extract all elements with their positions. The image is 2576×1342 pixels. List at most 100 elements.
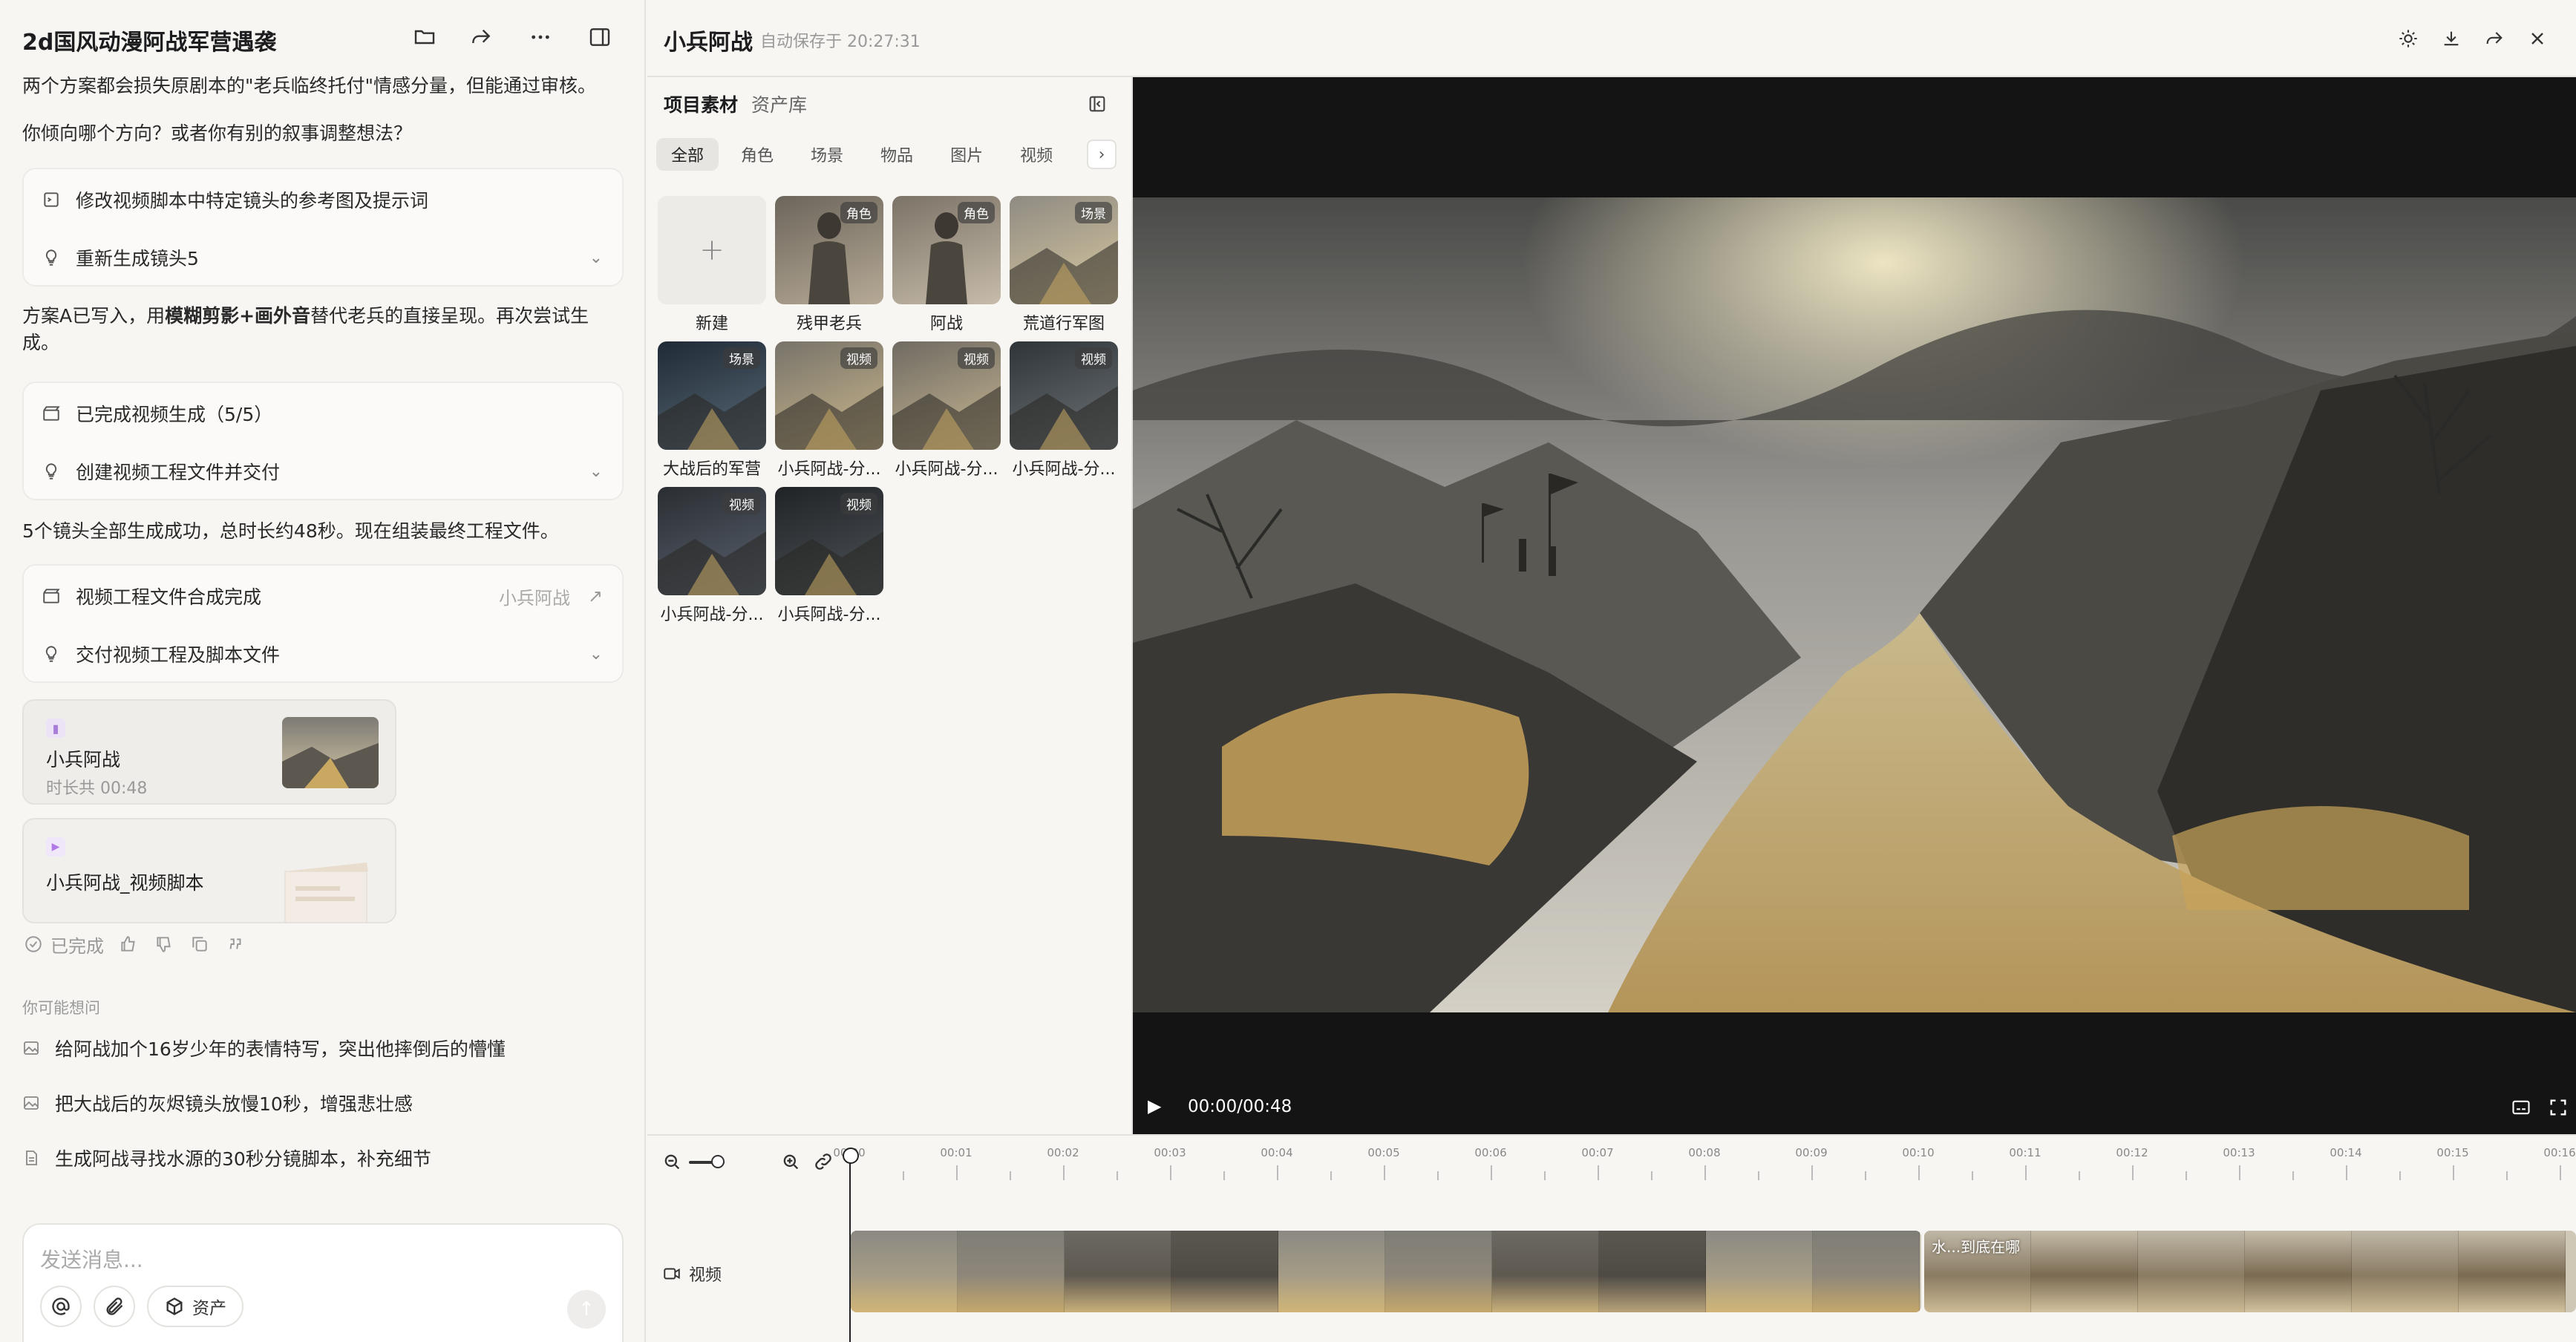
chevron-down-icon[interactable]: ⌄	[589, 462, 603, 481]
message-input[interactable]: 发送消息...	[40, 1244, 143, 1274]
asset-button[interactable]: 资产	[147, 1286, 243, 1327]
sun-icon[interactable]	[2395, 25, 2422, 52]
asset-type-badge: 视频	[723, 493, 760, 514]
feedback-bar: 已完成	[22, 931, 246, 958]
fullscreen-icon[interactable]	[2545, 1094, 2572, 1121]
playhead[interactable]	[843, 1148, 859, 1342]
task-row-edit-script[interactable]: 修改视频脚本中特定镜头的参考图及提示词	[24, 171, 622, 229]
project-link-label[interactable]: 小兵阿战	[499, 583, 570, 609]
chevron-down-icon[interactable]: ⌄	[589, 645, 603, 664]
new-asset-tile[interactable]: + 新建	[658, 196, 766, 334]
asset-caption: 大战后的军营	[662, 460, 761, 479]
play-button[interactable]: ▶	[1148, 1096, 1161, 1116]
time-ruler[interactable]: 00:0000:0100:0200:0300:0400:0500:0600:07…	[833, 1136, 2576, 1180]
check-circle-icon	[22, 933, 45, 955]
subtitle-icon[interactable]	[2508, 1094, 2534, 1121]
asset-tile[interactable]: 视频 小兵阿战-分...	[775, 487, 883, 625]
message-composer: 发送消息... 资产 ↑	[22, 1223, 624, 1342]
mention-button[interactable]	[40, 1286, 82, 1327]
ruler-tick	[1811, 1165, 1813, 1180]
folder-icon[interactable]	[410, 22, 439, 52]
task-row-project-done[interactable]: 视频工程文件合成完成 小兵阿战 ↗	[24, 567, 622, 625]
video-preview[interactable]: ▶ 00:00/00:48	[1133, 77, 2576, 1134]
clip-frame	[2459, 1231, 2566, 1312]
task-row-deliver[interactable]: 交付视频工程及脚本文件 ⌄	[24, 625, 622, 683]
zoom-out-icon[interactable]	[659, 1149, 684, 1174]
plan-a-bold: 模糊剪影+画外音	[165, 305, 311, 327]
suggestion-item[interactable]: 给阿战加个16岁少年的表情特写，突出他摔倒后的懵懂	[22, 1032, 506, 1064]
asset-tile[interactable]: 场景 大战后的军营	[658, 341, 766, 479]
file-duration: 时长共 00:48	[46, 779, 148, 798]
asset-thumbnail: 视频	[892, 341, 1001, 450]
zoom-in-icon[interactable]	[778, 1149, 803, 1174]
asset-tile[interactable]: 视频 小兵阿战-分...	[775, 341, 883, 479]
suggestion-item[interactable]: 生成阿战寻找水源的30秒分镜脚本，补充细节	[22, 1142, 431, 1174]
timeline: 00:0000:0100:0200:0300:0400:0500:0600:07…	[647, 1134, 2576, 1342]
suggestion-text: 给阿战加个16岁少年的表情特写，突出他摔倒后的懵懂	[55, 1038, 506, 1060]
file-card-script[interactable]: ▶ 小兵阿战_视频脚本	[22, 818, 396, 923]
task-card-1: 修改视频脚本中特定镜头的参考图及提示词 重新生成镜头5 ⌄	[22, 168, 624, 287]
ruler-tick-label: 00:08	[1688, 1146, 1721, 1159]
asset-caption: 阿战	[929, 315, 963, 333]
video-file-icon: ▮	[46, 719, 65, 738]
clip-frame	[1813, 1231, 1920, 1312]
ruler-tick-label: 00:11	[2009, 1146, 2041, 1159]
copy-icon[interactable]	[189, 933, 211, 955]
asset-tile[interactable]: 视频 小兵阿战-分...	[658, 487, 766, 625]
task-row-video-done[interactable]: 已完成视频生成（5/5）	[24, 384, 622, 442]
zoom-slider-handle[interactable]	[711, 1155, 725, 1168]
send-button[interactable]: ↑	[567, 1290, 606, 1329]
ruler-tick-label: 00:05	[1367, 1146, 1400, 1159]
asset-tile[interactable]: 场景 荒道行军图	[1010, 196, 1118, 334]
chat-header: 2d国风动漫阿战军营遇袭	[0, 0, 644, 74]
chevron-down-icon[interactable]: ⌄	[589, 249, 603, 267]
new-asset-box: +	[658, 196, 766, 304]
file-card-video[interactable]: ▮ 小兵阿战 时长共 00:48	[22, 699, 396, 805]
asset-tile[interactable]: 角色 残甲老兵	[775, 196, 883, 334]
task-row-create-project[interactable]: 创建视频工程文件并交付 ⌄	[24, 442, 622, 500]
sidebar-toggle-icon[interactable]	[585, 22, 615, 52]
share-icon[interactable]	[466, 22, 496, 52]
asset-tile[interactable]: 视频 小兵阿战-分...	[892, 341, 1001, 479]
quote-icon[interactable]	[224, 933, 246, 955]
collapse-panel-icon[interactable]	[1084, 91, 1111, 117]
share-icon[interactable]	[2481, 25, 2508, 52]
task-label: 已完成视频生成（5/5）	[76, 404, 273, 425]
link-icon[interactable]	[811, 1149, 836, 1174]
attach-button[interactable]	[94, 1286, 135, 1327]
clip-frame	[1706, 1231, 1813, 1312]
task-label: 重新生成镜头5	[76, 248, 199, 269]
filter-item[interactable]: 物品	[866, 138, 928, 171]
filter-all[interactable]: 全部	[656, 138, 719, 171]
ruler-tick-label: 00:06	[1474, 1146, 1507, 1159]
video-clip[interactable]: 水...到底在哪	[1924, 1231, 2576, 1312]
task-row-regenerate[interactable]: 重新生成镜头5 ⌄	[24, 229, 622, 287]
editor-topbar: 小兵阿战 自动保存于 20:27:31	[647, 0, 2576, 77]
tab-project-assets[interactable]: 项目素材	[664, 91, 738, 117]
suggestion-item[interactable]: 把大战后的灰烬镜头放慢10秒，增强悲壮感	[22, 1087, 413, 1119]
thumbs-up-icon[interactable]	[117, 933, 140, 955]
more-icon[interactable]	[526, 22, 555, 52]
clip-frame	[2138, 1231, 2245, 1312]
close-icon[interactable]	[2524, 25, 2551, 52]
video-clip[interactable]	[851, 1231, 1921, 1312]
clip-frame	[851, 1231, 958, 1312]
download-icon[interactable]	[2438, 25, 2465, 52]
ruler-tick-label: 00:14	[2330, 1146, 2362, 1159]
thumbs-down-icon[interactable]	[153, 933, 175, 955]
asset-tile[interactable]: 视频 小兵阿战-分...	[1010, 341, 1118, 479]
tab-asset-library[interactable]: 资产库	[751, 91, 807, 117]
asset-caption: 小兵阿战-分...	[777, 606, 881, 624]
ruler-subtick	[1330, 1171, 1332, 1180]
filter-scene[interactable]: 场景	[796, 138, 858, 171]
external-link-icon[interactable]: ↗	[588, 586, 603, 606]
asset-tabs: 项目素材 资产库	[664, 91, 807, 117]
chevron-right-icon[interactable]: ›	[1087, 140, 1117, 169]
video-thumbnail	[282, 717, 379, 788]
filter-image[interactable]: 图片	[935, 138, 998, 171]
image-icon	[22, 1093, 42, 1113]
asset-tile[interactable]: 角色 阿战	[892, 196, 1001, 334]
filter-video[interactable]: 视频	[1005, 138, 1068, 171]
bulb-icon	[40, 460, 62, 482]
filter-character[interactable]: 角色	[726, 138, 788, 171]
